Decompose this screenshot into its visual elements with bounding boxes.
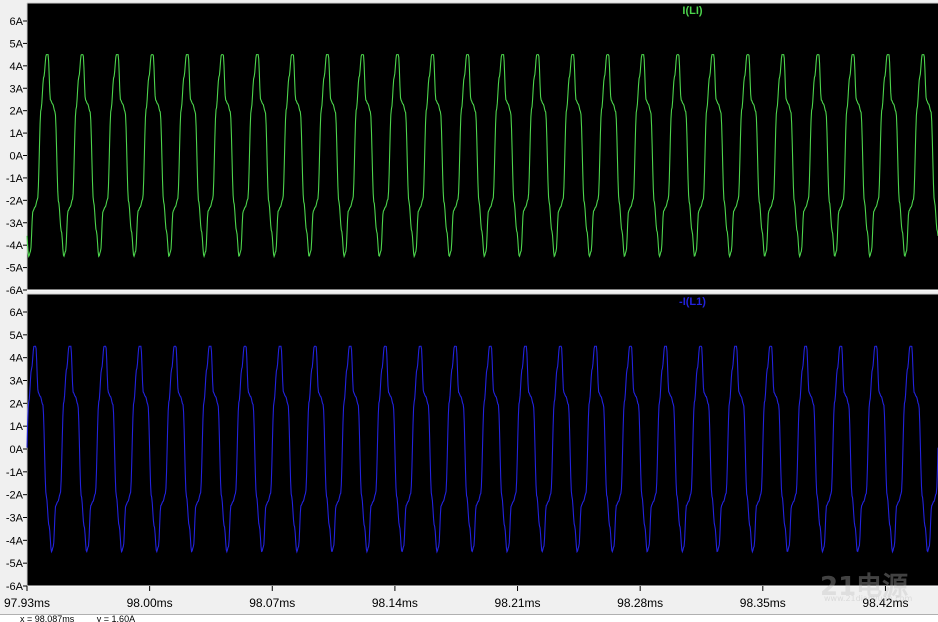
x-tick-label: 98.35ms <box>740 596 786 610</box>
y-tick-label: -3A <box>6 513 24 525</box>
y-tick-label: 3A <box>10 83 24 95</box>
plot-area[interactable]: 6A 5A 4A 3A 2A 1A 0A -1A -2A -3A -4A -5A -6A I(LI) 6A… <box>0 0 938 614</box>
y-tick-label: 5A <box>10 330 24 342</box>
x-tick-label: 98.28ms <box>617 596 663 610</box>
waveform-viewer: 6A 5A 4A 3A 2A 1A 0A -1A -2A -3A -4A -5A -6A I(LI) 6A… <box>0 0 938 622</box>
pane-bottom[interactable]: 6A 5A 4A 3A 2A 1A 0A -1A -2A -3A -4A -5A -6A -I(L1) <box>6 293 938 593</box>
y-tick-label: -4A <box>6 240 24 252</box>
y-tick-label: -6A <box>6 285 24 297</box>
x-tick-label: 98.07ms <box>249 596 295 610</box>
y-tick-label: 1A <box>10 128 24 140</box>
y-tick-label: 3A <box>10 376 24 388</box>
pane-top[interactable]: 6A 5A 4A 3A 2A 1A 0A -1A -2A -3A -4A -5A -6A I(LI) <box>6 2 938 297</box>
y-tick-label: 6A <box>10 16 24 28</box>
x-tick-label: 97.93ms <box>4 596 50 610</box>
watermark-logo: 21电源 www.21dianyuan.com <box>820 566 912 603</box>
y-tick-label: -2A <box>6 490 24 502</box>
legend-entry[interactable]: -I(L1) <box>679 296 706 308</box>
y-tick-label: 0A <box>10 444 24 456</box>
x-tick-label: 98.00ms <box>127 596 173 610</box>
x-tick-label: 98.14ms <box>372 596 418 610</box>
y-tick-label: -5A <box>6 558 24 570</box>
y-tick-label: 5A <box>10 38 24 50</box>
y-tick-label: -6A <box>6 581 24 593</box>
y-tick-label: 4A <box>10 353 24 365</box>
watermark-subtext: www.21dianyuan.com <box>824 594 913 603</box>
y-tick-label: 0A <box>10 151 24 163</box>
y-tick-label: -3A <box>6 218 24 230</box>
x-axis: 97.93ms 98.00ms 98.07ms 98.14ms 98.21ms 98.28… <box>4 586 908 610</box>
y-tick-label: -1A <box>6 173 24 185</box>
y-tick-label: 2A <box>10 398 24 410</box>
y-tick-label: 4A <box>10 61 24 73</box>
legend-entry[interactable]: I(LI) <box>682 5 702 17</box>
x-tick-label: 98.21ms <box>495 596 541 610</box>
y-tick-label: 2A <box>10 106 24 118</box>
y-tick-label: -5A <box>6 263 24 275</box>
y-tick-label: 1A <box>10 421 24 433</box>
y-tick-label: -1A <box>6 467 24 479</box>
y-tick-label: -4A <box>6 535 24 547</box>
y-tick-label: -2A <box>6 195 24 207</box>
y-tick-label: 6A <box>10 307 24 319</box>
